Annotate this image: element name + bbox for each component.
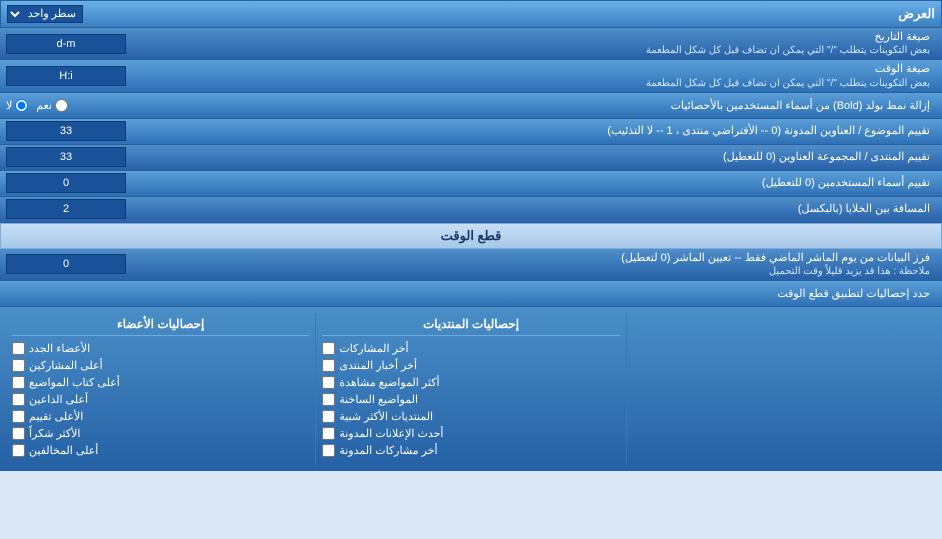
checkbox-forum-news: أخر أخبار المنتدى [322, 359, 619, 372]
sort-topics-input[interactable] [6, 121, 126, 141]
top-violators-label[interactable]: أعلى المخالفين [29, 444, 98, 457]
top-control: سطر واحد سطرين ثلاثة أسطر [7, 5, 83, 23]
top-posters-checkbox[interactable] [12, 359, 25, 372]
sort-topics-label: تقييم الموضوع / العناوين المدونة (0 -- ا… [126, 124, 936, 138]
sort-forum-row: تقييم المنتدى / المجموعة العناوين (0 للت… [0, 145, 942, 171]
sort-forum-label: تقييم المنتدى / المجموعة العناوين (0 للت… [126, 150, 936, 164]
spacing-input[interactable] [6, 199, 126, 219]
main-container: العرض سطر واحد سطرين ثلاثة أسطر صيغة الت… [0, 0, 942, 471]
checkbox-most-thanked: الأكثر شكراً [12, 427, 309, 440]
bold-no-label: لا [6, 99, 12, 112]
checkbox-top-topic-writers: أعلى كتاب المواضيع [12, 376, 309, 389]
most-thanked-checkbox[interactable] [12, 427, 25, 440]
latest-announcements-label[interactable]: أحدث الإعلانات المدونة [339, 427, 443, 440]
checkbox-top-rated: الأعلى تقييم [12, 410, 309, 423]
checkbox-new-members: الأعضاء الجدد [12, 342, 309, 355]
date-format-label: صيغة التاريخ بعض التكوينات يتطلب "/" الت… [126, 30, 936, 57]
checkbox-latest-announcements: أحدث الإعلانات المدونة [322, 427, 619, 440]
checkboxes-container: إحصاليات المنتديات أخر المشاركات أخر أخب… [0, 307, 942, 471]
time-format-input[interactable] [6, 66, 126, 86]
posts-col-header: إحصاليات المنتديات [322, 317, 619, 336]
checkbox-similar-forums: المنتديات الأكثر شبية [322, 410, 619, 423]
top-posters-label[interactable]: أعلى المشاركين [29, 359, 103, 372]
checkbox-col-right [626, 313, 936, 465]
checkbox-most-viewed: أكثر المواضيع مشاهدة [322, 376, 619, 389]
time-format-row: صيغة الوقت بعض التكوينات يتطلب "/" التي … [0, 60, 942, 92]
last-posts-label[interactable]: أخر المشاركات [339, 342, 408, 355]
bold-remove-options: نعم لا [6, 99, 68, 112]
last-posts-checkbox[interactable] [322, 342, 335, 355]
hot-topics-checkbox[interactable] [322, 393, 335, 406]
hot-topics-label[interactable]: المواضيع الساخنة [339, 393, 418, 406]
similar-forums-label[interactable]: المنتديات الأكثر شبية [339, 410, 433, 423]
page-title: العرض [83, 6, 935, 22]
checkbox-col-members: إحصاليات الأعضاء الأعضاء الجدد أعلى المش… [6, 313, 315, 465]
top-rated-label[interactable]: الأعلى تقييم [29, 410, 83, 423]
stats-limit-label: حدد إحصاليات لتطبيق قطع الوقت [6, 287, 936, 300]
sort-users-input[interactable] [6, 173, 126, 193]
bold-yes-label: نعم [36, 99, 52, 112]
top-topic-writers-checkbox[interactable] [12, 376, 25, 389]
top-rated-checkbox[interactable] [12, 410, 25, 423]
checkbox-blog-posts: أخر مشاركات المدونة [322, 444, 619, 457]
forum-news-checkbox[interactable] [322, 359, 335, 372]
date-format-input[interactable] [6, 34, 126, 54]
top-callers-checkbox[interactable] [12, 393, 25, 406]
spacing-label: المسافة بين الخلايا (بالبكسل) [126, 202, 936, 216]
similar-forums-checkbox[interactable] [322, 410, 335, 423]
bold-no-radio[interactable] [15, 99, 28, 112]
checkbox-top-violators: أعلى المخالفين [12, 444, 309, 457]
top-violators-checkbox[interactable] [12, 444, 25, 457]
time-cut-input[interactable] [6, 254, 126, 274]
members-col-header: إحصاليات الأعضاء [12, 317, 309, 336]
bold-no-option[interactable]: لا [6, 99, 28, 112]
time-format-label: صيغة الوقت بعض التكوينات يتطلب "/" التي … [126, 62, 936, 89]
checkbox-last-posts: أخر المشاركات [322, 342, 619, 355]
bold-remove-row: إزالة نمط بولد (Bold) من أسماء المستخدمي… [0, 93, 942, 119]
spacing-row: المسافة بين الخلايا (بالبكسل) [0, 197, 942, 223]
time-cut-label: فرز البيانات من يوم الماشر الماضي فقط --… [126, 251, 936, 278]
checkbox-top-posters: أعلى المشاركين [12, 359, 309, 372]
stats-limit-row: حدد إحصاليات لتطبيق قطع الوقت [0, 281, 942, 307]
date-format-row: صيغة التاريخ بعض التكوينات يتطلب "/" الت… [0, 28, 942, 60]
top-callers-label[interactable]: أعلى الداعين [29, 393, 88, 406]
section-header-time-cut: قطع الوقت [0, 223, 942, 249]
forum-news-label[interactable]: أخر أخبار المنتدى [339, 359, 417, 372]
checkbox-top-callers: أعلى الداعين [12, 393, 309, 406]
blog-posts-checkbox[interactable] [322, 444, 335, 457]
most-viewed-label[interactable]: أكثر المواضيع مشاهدة [339, 376, 439, 389]
bold-yes-radio[interactable] [55, 99, 68, 112]
bold-remove-label: إزالة نمط بولد (Bold) من أسماء المستخدمي… [68, 99, 936, 112]
checkbox-hot-topics: المواضيع الساخنة [322, 393, 619, 406]
top-topic-writers-label[interactable]: أعلى كتاب المواضيع [29, 376, 120, 389]
latest-announcements-checkbox[interactable] [322, 427, 335, 440]
sort-topics-row: تقييم الموضوع / العناوين المدونة (0 -- ا… [0, 119, 942, 145]
top-row: العرض سطر واحد سطرين ثلاثة أسطر [0, 0, 942, 28]
sort-users-row: تقييم أسماء المستخدمين (0 للتعطيل) [0, 171, 942, 197]
blog-posts-label[interactable]: أخر مشاركات المدونة [339, 444, 437, 457]
checkbox-col-posts: إحصاليات المنتديات أخر المشاركات أخر أخب… [315, 313, 625, 465]
bold-yes-option[interactable]: نعم [36, 99, 68, 112]
sort-users-label: تقييم أسماء المستخدمين (0 للتعطيل) [126, 176, 936, 190]
display-dropdown[interactable]: سطر واحد سطرين ثلاثة أسطر [7, 5, 83, 23]
new-members-checkbox[interactable] [12, 342, 25, 355]
most-viewed-checkbox[interactable] [322, 376, 335, 389]
time-cut-row: فرز البيانات من يوم الماشر الماضي فقط --… [0, 249, 942, 281]
most-thanked-label[interactable]: الأكثر شكراً [29, 427, 80, 440]
sort-forum-input[interactable] [6, 147, 126, 167]
new-members-label[interactable]: الأعضاء الجدد [29, 342, 90, 355]
